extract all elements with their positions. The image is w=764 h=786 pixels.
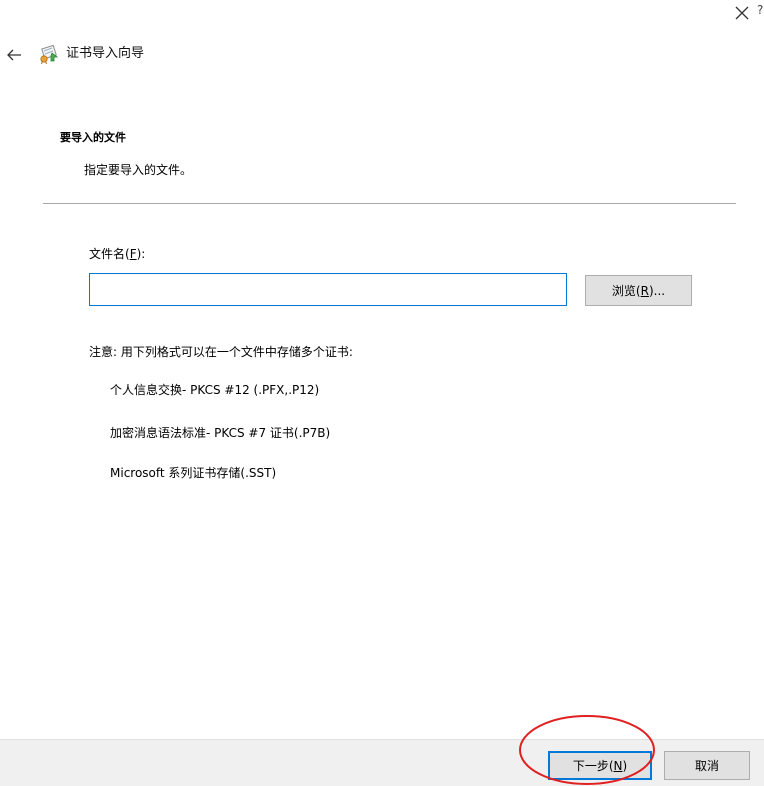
format-note: 注意: 用下列格式可以在一个文件中存储多个证书:	[89, 345, 353, 359]
browse-button[interactable]: 浏览(R)...	[585, 275, 692, 306]
section-heading: 要导入的文件	[60, 131, 126, 144]
format-item-p7b: 加密消息语法标准- PKCS #7 证书(.P7B)	[110, 426, 331, 440]
browse-label-accesskey: R	[640, 283, 649, 298]
format-item-pfx: 个人信息交换- PKCS #12 (.PFX,.P12)	[110, 383, 320, 397]
format-item-sst: Microsoft 系列证书存储(.SST)	[110, 466, 277, 480]
window-edge-fragment: ?	[757, 3, 764, 17]
certificate-icon	[40, 44, 59, 64]
browse-label-prefix: 浏览(	[611, 284, 641, 298]
next-label-accesskey: N	[613, 758, 623, 773]
file-name-label-suffix: ):	[136, 247, 146, 261]
file-name-label-prefix: 文件名(	[89, 247, 130, 261]
next-label-prefix: 下一步(	[572, 759, 614, 773]
next-button[interactable]: 下一步(N)	[548, 751, 652, 780]
cancel-button[interactable]: 取消	[664, 751, 750, 780]
section-description: 指定要导入的文件。	[84, 163, 193, 177]
next-label-suffix: )	[622, 758, 628, 773]
file-name-label: 文件名(F):	[89, 245, 145, 263]
certificate-import-wizard: ? 证书导入向导 要导入的文件 指定要导入的文件。 文件名(F): 浏览(R).…	[0, 0, 764, 786]
back-arrow-icon[interactable]	[6, 48, 22, 62]
header-divider	[43, 203, 736, 204]
file-name-input[interactable]	[89, 273, 567, 306]
close-icon[interactable]	[734, 5, 750, 21]
file-name-label-accesskey: F	[129, 247, 137, 261]
wizard-title: 证书导入向导	[66, 46, 145, 61]
browse-label-suffix: )...	[648, 283, 666, 298]
